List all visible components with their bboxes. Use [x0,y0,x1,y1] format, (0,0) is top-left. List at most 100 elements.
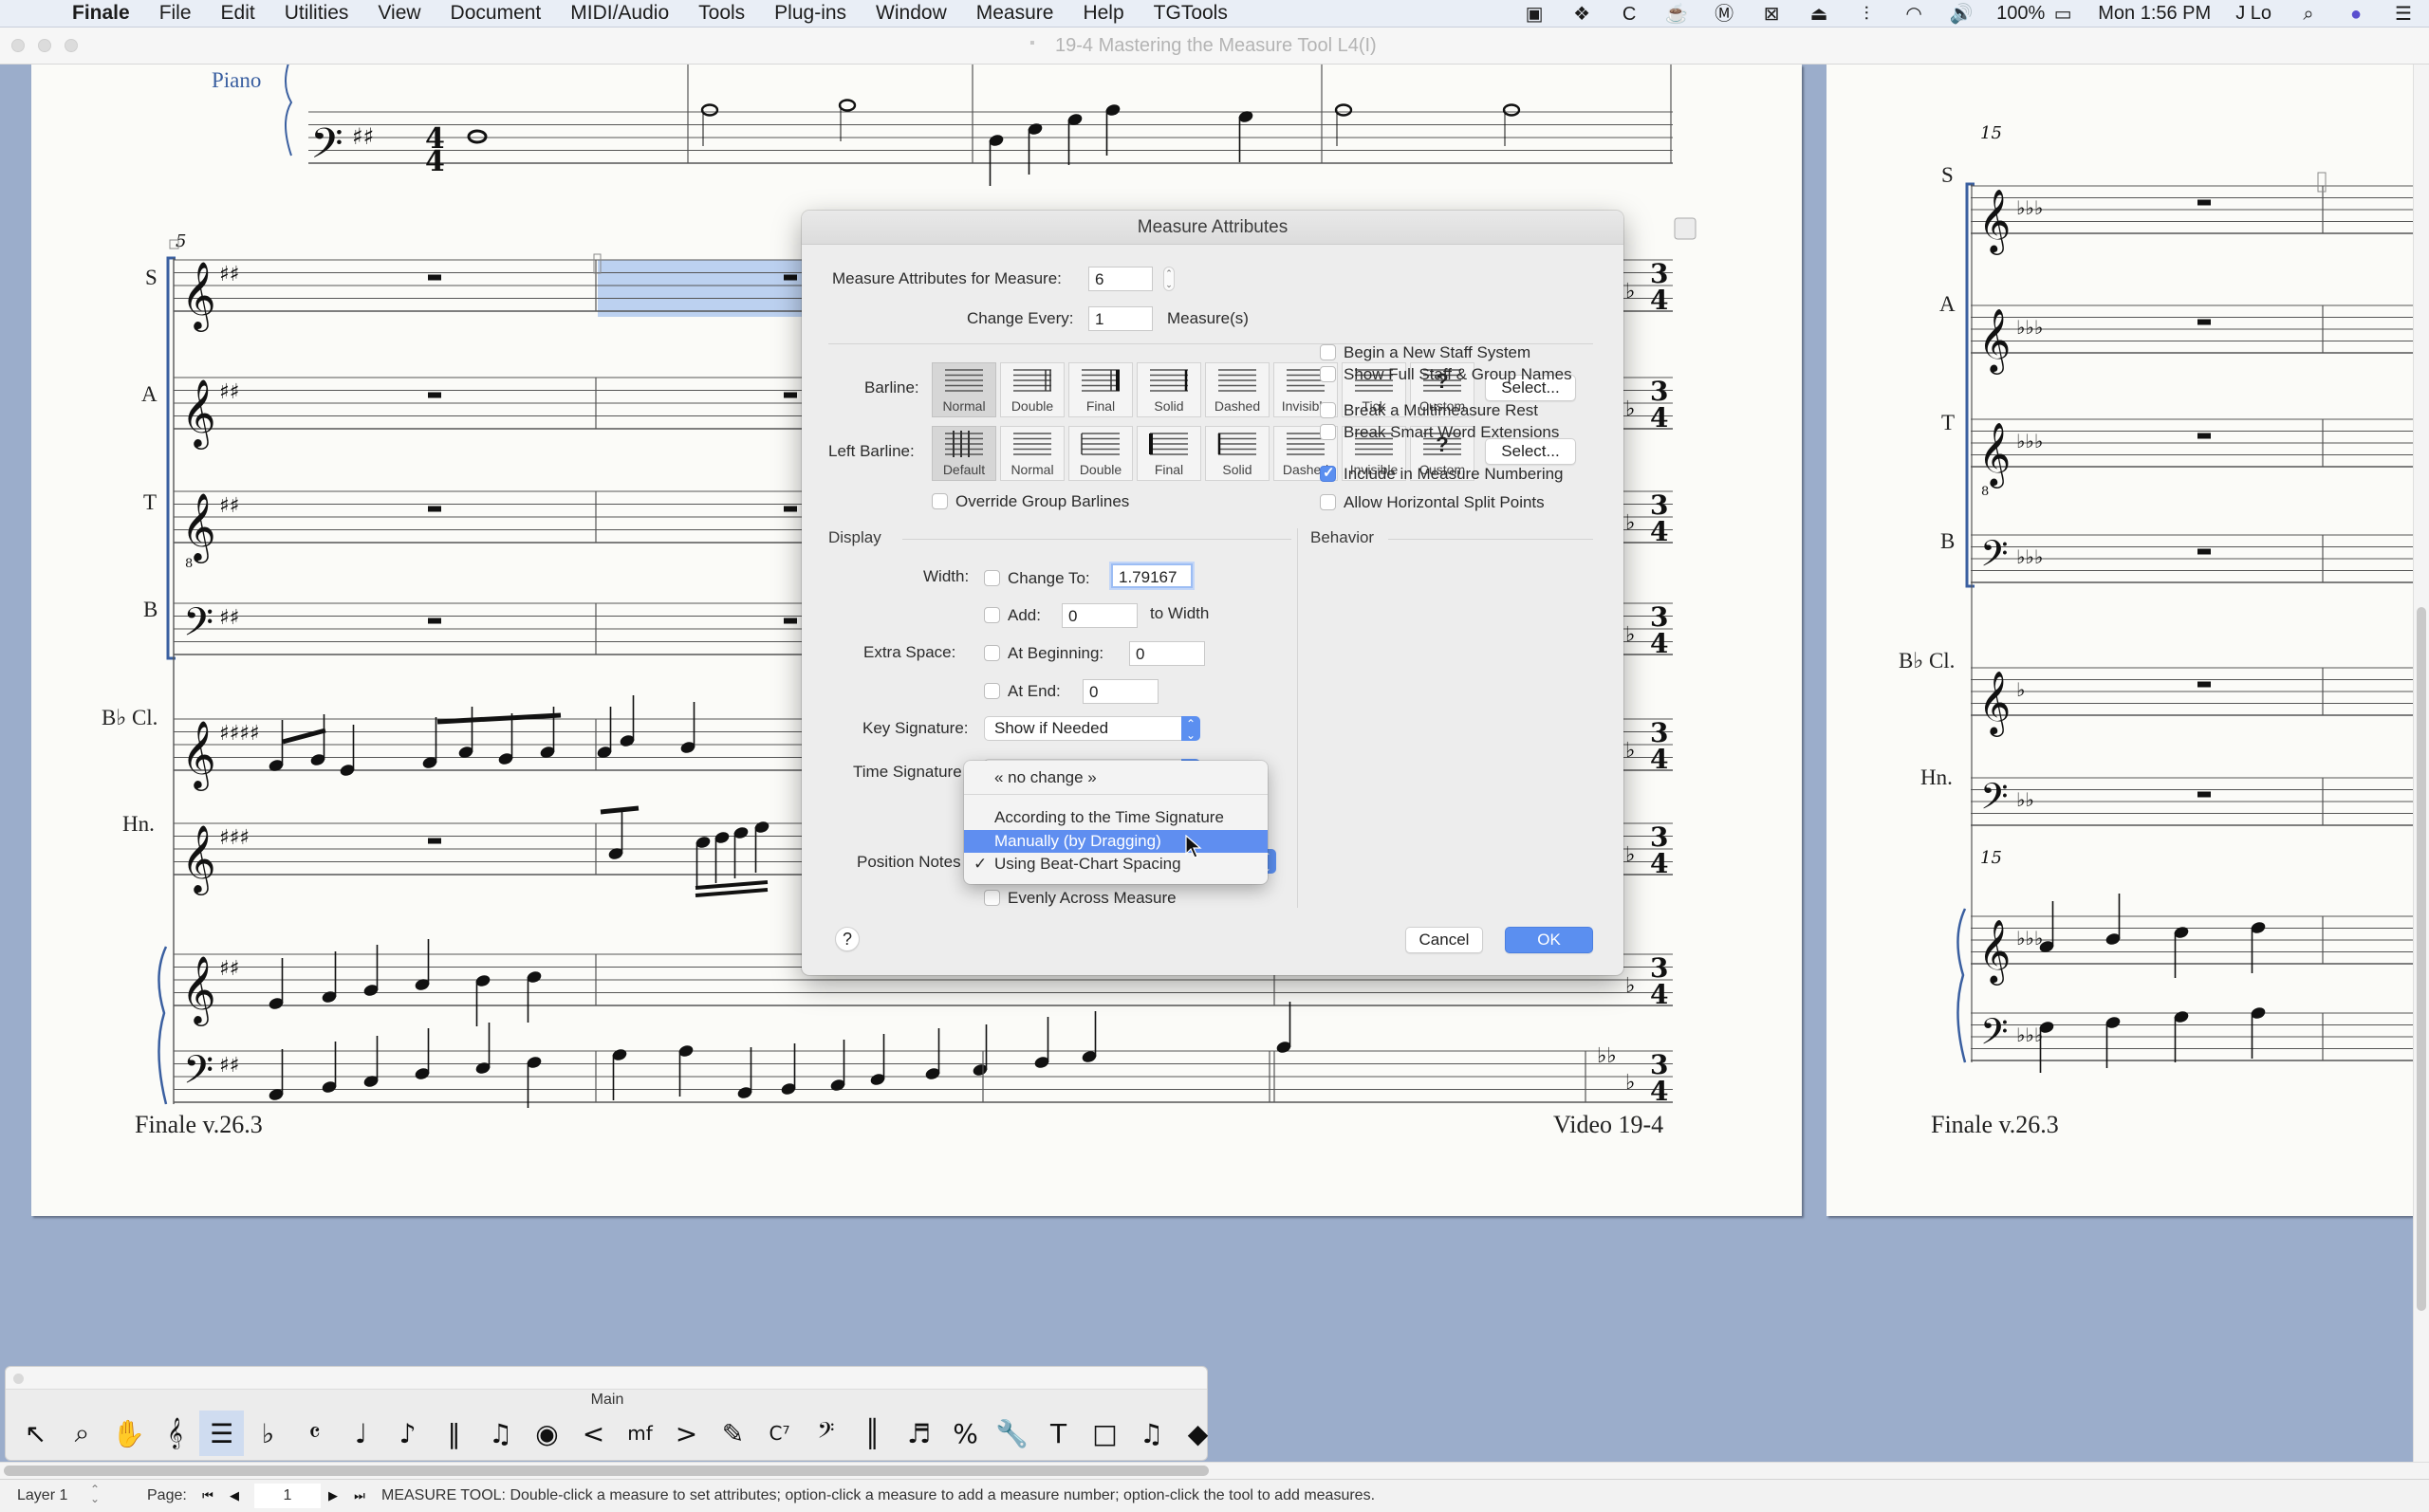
at-beginning-checkbox[interactable] [984,645,1000,661]
barline-option-final[interactable]: Final [1068,362,1133,417]
behavior-checkbox-include-in-measure-numbering[interactable] [1320,464,1336,482]
dropbox-icon[interactable]: ❖ [1569,4,1594,25]
clock[interactable]: Mon 1:56 PM [2098,3,2211,25]
clef-tool-icon[interactable]: 𝄢 [804,1411,848,1456]
menu-measure[interactable]: Measure [976,2,1054,25]
speedy-entry-tool-icon[interactable]: ♪ [385,1411,430,1456]
menu-midi-audio[interactable]: MIDI/Audio [570,2,669,25]
airplay-icon[interactable]: ⏏ [1807,4,1831,25]
text-tool-icon[interactable]: T [1036,1411,1081,1456]
coffee-icon[interactable]: ☕ [1664,4,1689,25]
barline-option-double[interactable]: Double [1000,362,1065,417]
behavior-checkbox-show-full-staff-group-names[interactable] [1320,366,1336,382]
menu-edit[interactable]: Edit [221,2,255,25]
behavior-checkbox-break-smart-word-extensions[interactable] [1320,424,1336,440]
repeat-tool-icon[interactable]: ║ [850,1411,895,1456]
horizontal-scrollbar-thumb[interactable] [4,1466,1209,1476]
zoom-window-button[interactable] [65,39,78,52]
measure-number-stepper[interactable]: ⌃ ⌄ [1163,267,1175,291]
left-barline-option-normal[interactable]: Normal [1000,426,1065,481]
barline-option-dashed[interactable]: Dashed [1205,362,1270,417]
behavior-checkbox-allow-horizontal-split-points[interactable] [1320,494,1336,510]
x-app-icon[interactable]: ⊠ [1759,4,1784,25]
add-width-field[interactable]: 0 [1062,603,1138,628]
smart-shape-tool-icon[interactable]: ◉ [525,1411,569,1456]
left-barline-option-solid[interactable]: Solid [1205,426,1270,481]
articulation-tool-icon[interactable]: > [664,1411,709,1456]
dropdown-item-beat-chart-spacing[interactable]: ✓ Using Beat-Chart Spacing [964,853,1268,876]
menu-plug-ins[interactable]: Plug-ins [774,2,846,25]
left-barline-select-button[interactable]: Select... [1485,438,1576,465]
audio-wave-icon[interactable]: ⫶ [1854,4,1879,25]
menu-utilities[interactable]: Utilities [285,2,349,25]
graphics-tool-icon[interactable]: ◆ [1176,1411,1220,1456]
at-end-field[interactable]: 0 [1083,679,1159,704]
behavior-checkbox-break-a-multimeasure-rest[interactable] [1320,402,1336,418]
mirror-tool-icon[interactable]: ♬ [897,1411,941,1456]
display-icon[interactable]: ▣ [1522,4,1547,25]
first-page-button[interactable]: ⏮ [197,1484,218,1507]
spotlight-search-icon[interactable]: ⌕ [2296,4,2321,25]
volume-icon[interactable]: 🔊 [1949,4,1974,25]
left-barline-option-default[interactable]: Default [932,426,996,481]
change-to-checkbox[interactable] [984,570,1000,586]
dropdown-item-no-change[interactable]: « no change » [964,766,1268,789]
vertical-scrollbar-thumb[interactable] [2417,607,2426,1311]
menu-window[interactable]: Window [876,2,947,25]
wrench-tool-icon[interactable]: 🔧 [990,1411,1034,1456]
behavior-checkbox-begin-a-new-staff-system[interactable] [1320,344,1336,360]
cancel-button[interactable]: Cancel [1405,927,1483,953]
vertical-scrollbar[interactable] [2413,65,2429,1462]
measure-number-field[interactable]: 6 [1088,267,1153,291]
barline-option-normal[interactable]: Normal [932,362,996,417]
siri-icon[interactable]: ● [2344,4,2368,25]
tuplet-tool-icon[interactable]: ♫ [478,1411,523,1456]
c-app-icon[interactable]: C [1617,4,1641,25]
ok-button[interactable]: OK [1505,927,1593,953]
evenly-across-measure-checkbox[interactable] [984,890,1000,906]
special-tools-icon[interactable]: ♫ [1129,1411,1174,1456]
lyrics-tool-icon[interactable]: ✎ [711,1411,755,1456]
expression-tool-icon[interactable]: mf [618,1411,662,1456]
palette-close-button[interactable] [13,1374,24,1384]
menu-app[interactable]: Finale [72,2,130,25]
menu-file[interactable]: File [159,2,192,25]
zoom-tool-icon[interactable]: ⌕ [60,1411,104,1456]
score-page-2-notation[interactable]: 1515𝄞 ♭♭♭𝄞 ♭♭♭𝄞 ♭♭♭𝄢 ♭♭♭𝄞 ♭𝄢 ♭♭𝄞 ♭♭♭𝄢 ♭♭♭8 [1826,65,2413,1216]
key-signature-tool-icon[interactable]: ♭ [246,1411,290,1456]
last-page-button[interactable]: ⏭ [349,1484,370,1507]
time-signature-tool-icon[interactable]: 𝄴 [292,1411,337,1456]
simple-entry-tool-icon[interactable]: ♩ [339,1411,383,1456]
add-width-checkbox[interactable] [984,607,1000,623]
horizontal-scrollbar[interactable] [0,1462,2429,1479]
change-every-field[interactable]: 1 [1088,306,1153,331]
left-barline-option-double[interactable]: Double [1068,426,1133,481]
menu-document[interactable]: Document [451,2,542,25]
chord-tool-icon[interactable]: C⁷ [757,1411,802,1456]
palette-title-bar[interactable] [6,1367,1207,1390]
override-group-barlines-checkbox[interactable] [932,493,948,509]
menu-view[interactable]: View [378,2,420,25]
at-beginning-field[interactable]: 0 [1129,641,1205,666]
close-window-button[interactable] [11,39,25,52]
minimize-window-button[interactable] [38,39,51,52]
battery-percent[interactable]: 100% [1996,3,2045,25]
score-page-2[interactable]: 15 15 𝄞 ♭♭♭ 𝄞 ♭♭♭ 𝄞 ♭♭♭ 𝄢 ♭♭♭ 𝄞 ♭ 𝄢 ♭♭ 𝄞 ♭♭♭ 𝄢 ♭♭♭ 8 S A T… [1826,65,2413,1216]
menu-tgtools[interactable]: TGTools [1154,2,1228,25]
left-barline-option-final[interactable]: Final [1137,426,1201,481]
notification-center-icon[interactable]: ☰ [2391,4,2416,25]
change-to-field[interactable]: 1.79167 [1111,563,1193,588]
wifi-icon[interactable]: ◠ [1901,4,1926,25]
help-button[interactable]: ? [835,927,860,951]
hyperscribe-tool-icon[interactable]: ‖ [432,1411,476,1456]
m-app-icon[interactable]: Ⓜ [1712,4,1736,25]
barline-option-solid[interactable]: Solid [1137,362,1201,417]
dropdown-item-manually[interactable]: Manually (by Dragging) [964,830,1268,853]
at-end-checkbox[interactable] [984,683,1000,699]
menu-tools[interactable]: Tools [698,2,745,25]
hairpin-tool-icon[interactable]: < [571,1411,616,1456]
menu-help[interactable]: Help [1083,2,1123,25]
staff-tool-icon[interactable]: 𝄞 [153,1411,197,1456]
layer-select[interactable]: Layer 1 [17,1487,67,1504]
battery-icon[interactable]: ▭ [2050,4,2075,25]
